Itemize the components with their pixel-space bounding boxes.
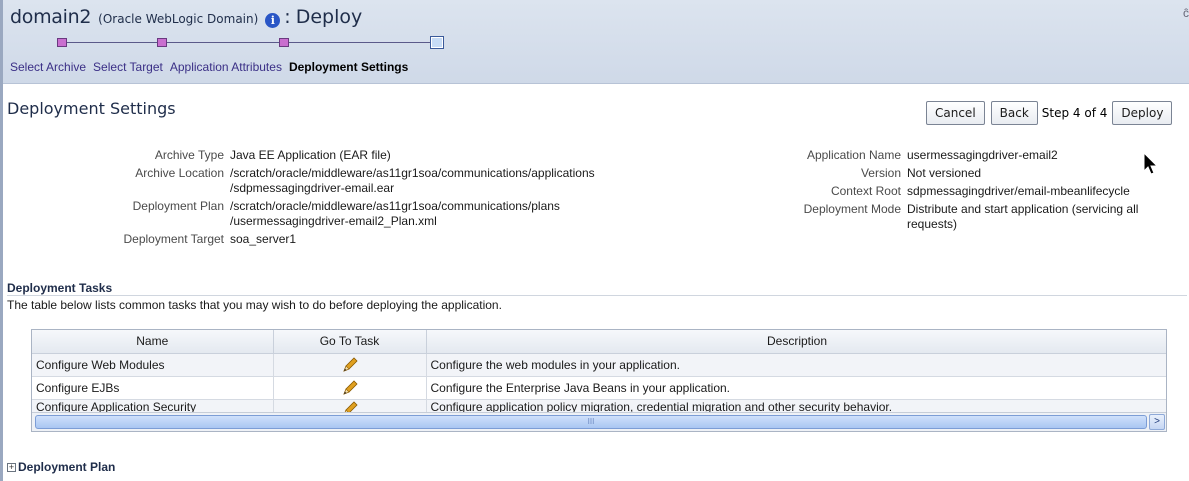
expand-icon[interactable]: + — [7, 462, 16, 472]
prop-value: Java EE Application (EAR file) — [230, 148, 391, 162]
column-header-description[interactable]: Description — [426, 330, 1166, 354]
train-stop-application-attributes[interactable] — [279, 38, 289, 47]
info-icon[interactable]: i — [265, 13, 281, 28]
step-link-select-archive[interactable]: Select Archive — [10, 60, 86, 74]
prop-application-name: Application Name usermessagingdriver-ema… — [740, 148, 1177, 163]
table-row: Configure Web Modules Configure the web … — [32, 353, 1166, 377]
prop-value: Not versioned — [907, 166, 982, 180]
page-name: Deploy — [295, 6, 363, 28]
header-band: domain2 (Oracle WebLogic Domain) i : Dep… — [3, 0, 1189, 84]
wizard-toolbar: Cancel Back Step 4 of 4 Deploy — [926, 101, 1173, 125]
prop-deployment-target: Deployment Target soa_server1 — [0, 232, 680, 247]
step-current-deployment-settings: Deployment Settings — [288, 60, 409, 74]
task-description: Configure the web modules in your applic… — [426, 353, 1166, 377]
page-header: domain2 (Oracle WebLogic Domain) i : Dep… — [10, 6, 362, 32]
prop-version: Version Not versioned — [740, 166, 1177, 181]
prop-deployment-plan: Deployment Plan /scratch/oracle/middlewa… — [0, 199, 680, 229]
train-step-labels: Select Archive Select Target Application… — [10, 60, 408, 74]
cancel-button[interactable]: Cancel — [926, 101, 985, 125]
header-right-mark: ĉ — [1183, 6, 1189, 20]
prop-label: Deployment Target — [123, 232, 225, 246]
step-link-select-target[interactable]: Select Target — [93, 60, 163, 74]
scrollbar-thumb[interactable]: III — [35, 415, 1147, 429]
domain-name: domain2 — [10, 6, 92, 28]
prop-label: Archive Type — [154, 148, 224, 162]
pencil-icon[interactable] — [341, 379, 359, 397]
back-button[interactable]: Back — [990, 101, 1038, 125]
prop-label: Deployment Plan — [132, 199, 224, 213]
go-to-task-cell — [273, 353, 427, 377]
deployment-tasks-heading: Deployment Tasks — [7, 281, 1187, 296]
train-stop-select-archive[interactable] — [57, 38, 67, 47]
prop-context-root: Context Root sdpmessagingdriver/email-mb… — [740, 184, 1177, 199]
prop-value: /scratch/oracle/middleware/as11gr1soa/co… — [230, 166, 595, 195]
prop-value: /scratch/oracle/middleware/as11gr1soa/co… — [230, 199, 560, 228]
pencil-icon[interactable] — [341, 356, 359, 374]
prop-deployment-mode: Deployment Mode Distribute and start app… — [740, 202, 1177, 232]
train-connector — [285, 42, 431, 43]
prop-value: Distribute and start application (servic… — [907, 202, 1139, 231]
deployment-tasks-table: Name Go To Task Description Configure We… — [31, 329, 1167, 432]
prop-value: sdpmessagingdriver/email-mbeanlifecycle — [907, 184, 1130, 198]
prop-label: Application Name — [806, 148, 901, 162]
train-connector — [163, 42, 279, 43]
task-name: Configure Web Modules — [32, 353, 274, 377]
scroll-right-button[interactable]: > — [1149, 414, 1165, 430]
prop-archive-type: Archive Type Java EE Application (EAR fi… — [0, 148, 680, 163]
deployment-tasks-description: The table below lists common tasks that … — [7, 298, 502, 312]
train-progress — [57, 36, 457, 50]
prop-archive-location: Archive Location /scratch/oracle/middlew… — [0, 166, 680, 196]
horizontal-scrollbar[interactable]: III > — [32, 412, 1166, 431]
step-link-application-attributes[interactable]: Application Attributes — [170, 60, 282, 74]
train-stop-select-target[interactable] — [157, 38, 167, 47]
prop-label: Context Root — [830, 184, 901, 198]
deployment-plan-section[interactable]: + Deployment Plan — [7, 460, 115, 474]
column-header-go-to-task[interactable]: Go To Task — [273, 330, 427, 354]
domain-type: (Oracle WebLogic Domain) — [98, 12, 259, 26]
train-stop-deployment-settings — [430, 36, 444, 49]
application-properties: Application Name usermessagingdriver-ema… — [740, 148, 1177, 235]
prop-value: usermessagingdriver-email2 — [907, 148, 1058, 162]
mouse-pointer-icon — [1143, 152, 1159, 175]
task-description: Configure the Enterprise Java Beans in y… — [426, 376, 1166, 400]
prop-label: Archive Location — [135, 166, 224, 180]
table-row: Configure EJBs Configure the Enterprise … — [32, 376, 1166, 400]
prop-value: soa_server1 — [230, 232, 297, 246]
deploy-button[interactable]: Deploy — [1112, 101, 1173, 125]
prop-label: Deployment Mode — [803, 202, 901, 216]
go-to-task-cell — [273, 376, 427, 400]
prop-label: Version — [860, 166, 901, 180]
page-title: Deployment Settings — [7, 99, 176, 118]
archive-properties: Archive Type Java EE Application (EAR fi… — [0, 148, 680, 250]
task-name: Configure EJBs — [32, 376, 274, 400]
column-header-name[interactable]: Name — [32, 330, 274, 354]
train-connector — [63, 42, 157, 43]
deployment-plan-heading[interactable]: Deployment Plan — [18, 460, 115, 474]
step-indicator: Step 4 of 4 — [1041, 106, 1108, 120]
title-separator: : — [284, 6, 291, 28]
